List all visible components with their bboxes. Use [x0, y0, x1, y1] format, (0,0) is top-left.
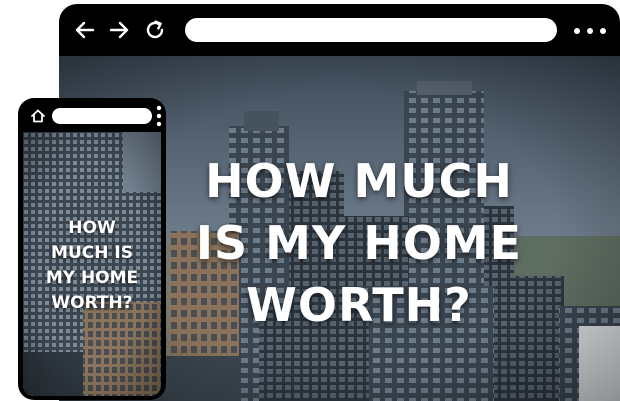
desktop-address-bar[interactable]	[185, 18, 557, 42]
phone-toolbar	[18, 98, 166, 132]
headline-line: WORTH?	[246, 278, 472, 332]
headline-line: MY HOME	[45, 268, 139, 288]
headline-line: HOW	[68, 218, 116, 238]
forward-arrow-icon[interactable]	[107, 18, 131, 42]
phone-hero-headline: HOW MUCH IS MY HOME WORTH?	[23, 216, 161, 316]
more-options-vertical-icon[interactable]	[156, 104, 162, 128]
phone-address-bar[interactable]	[52, 108, 152, 124]
headline-line: WORTH?	[51, 293, 133, 313]
desktop-toolbar	[59, 4, 620, 56]
headline-line: MUCH IS	[51, 243, 133, 263]
phone-browser-mockup: HOW MUCH IS MY HOME WORTH?	[18, 98, 166, 400]
headline-line: HOW MUCH	[205, 154, 513, 208]
home-icon[interactable]	[30, 108, 46, 124]
reload-icon[interactable]	[143, 18, 167, 42]
headline-line: IS MY HOME	[195, 216, 523, 270]
more-options-horizontal-icon[interactable]	[573, 27, 607, 35]
phone-hero: HOW MUCH IS MY HOME WORTH?	[23, 132, 161, 396]
back-arrow-icon[interactable]	[73, 18, 97, 42]
